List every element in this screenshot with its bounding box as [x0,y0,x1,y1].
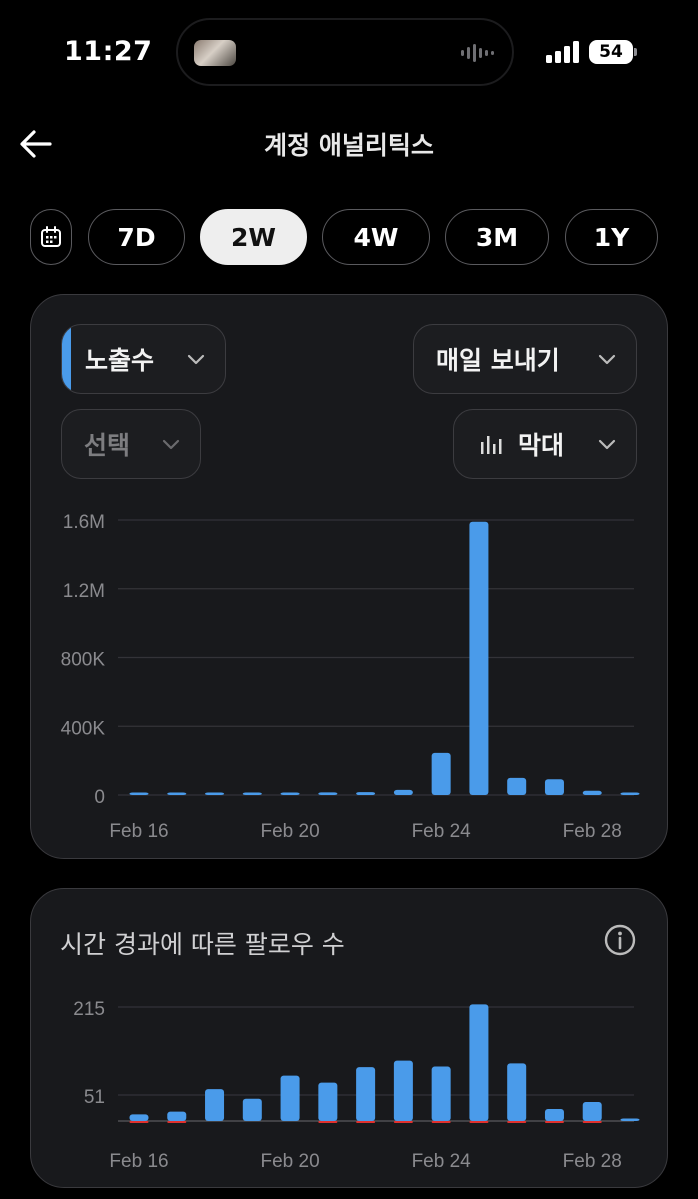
bar-gained [318,1082,338,1121]
bar-gained [242,1098,262,1121]
bar-gained [205,1089,225,1121]
bar-gained [280,1075,300,1121]
bar-lost [544,1121,564,1123]
bar-lost [431,1121,451,1123]
x-tick-label: Feb 28 [563,1151,622,1172]
bar-gained [544,1108,564,1121]
bar-gained [393,1060,413,1121]
x-tick-label: Feb 20 [260,1151,319,1172]
bar-gained [129,1114,149,1121]
bar-gained [620,1118,640,1121]
bar-gained [431,1066,451,1121]
bar-gained [167,1111,187,1121]
bar-gained [582,1101,602,1121]
bar-lost [469,1121,489,1123]
bar-lost [167,1121,187,1123]
bar-gained [356,1067,376,1121]
bar-lost [129,1121,149,1123]
bar-lost [507,1121,527,1123]
x-tick-label: Feb 16 [109,1151,168,1172]
x-tick-label: Feb 24 [412,1151,472,1172]
bar-gained [507,1063,527,1121]
bar-gained [469,1004,489,1121]
bar-lost [582,1121,602,1123]
y-tick-label: 51 [84,1087,105,1108]
bar-lost [318,1121,338,1123]
bar-lost [356,1121,376,1123]
bar-lost [393,1121,413,1123]
y-tick-label: 215 [73,999,105,1020]
followers-bar-chart: 51 215 Feb 16 Feb 20 Feb 24 Feb 28 [73,999,640,1172]
